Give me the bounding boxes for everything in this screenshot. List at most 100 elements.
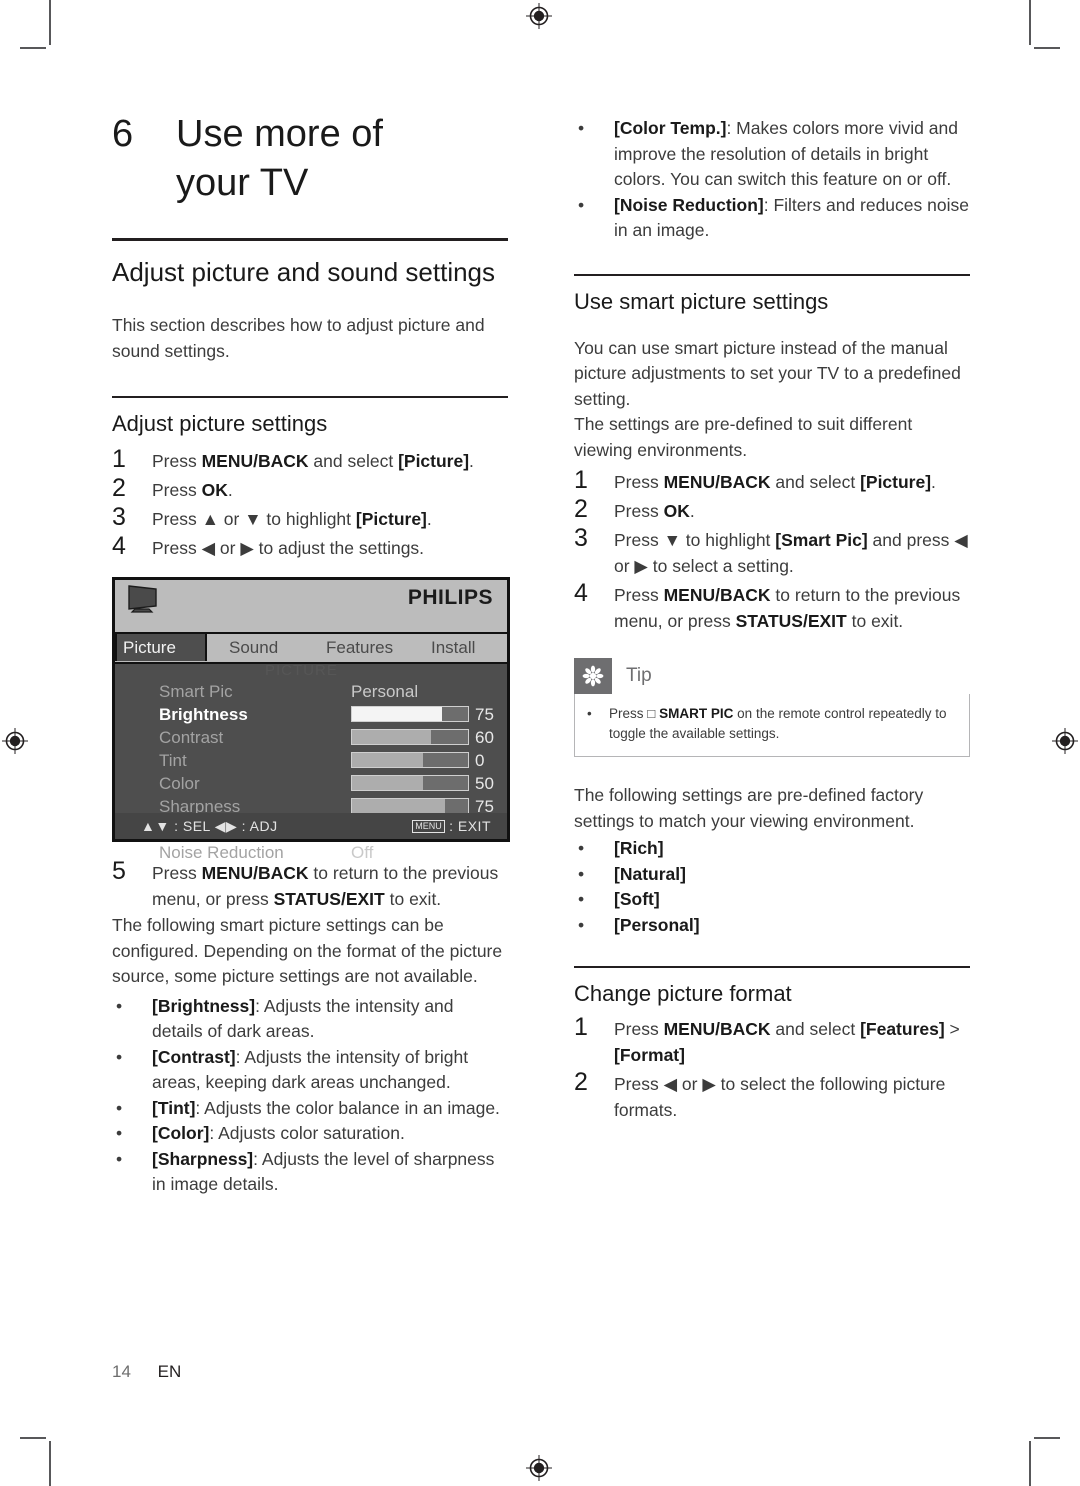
step-number: 2 (574, 1068, 588, 1096)
chapter-heading: 6 Use more of your TV (112, 110, 508, 208)
osd-row-label: Tint (159, 751, 187, 770)
picture-setting-descriptions: • [Brightness]: Adjusts the intensity an… (112, 994, 508, 1198)
registration-mark-right (1052, 728, 1078, 754)
list-item: • [Color]: Adjusts color saturation. (112, 1121, 508, 1147)
page-language: EN (157, 1362, 182, 1381)
step-item: 1 Press MENU/BACK and select [Picture]. (112, 446, 508, 474)
page-content: 6 Use more of your TV Adjust picture and… (112, 110, 970, 1410)
list-item: • [Brightness]: Adjusts the intensity an… (112, 994, 508, 1045)
osd-row-slider[interactable] (351, 706, 469, 722)
list-item: • Press □ SMART PIC on the remote contro… (587, 704, 957, 744)
step-text: Press MENU/BACK and select [Features] > … (614, 1019, 960, 1065)
step-item: 4 Press MENU/BACK to return to the previ… (574, 580, 970, 634)
crop-mark-bottom-left-horizontal (20, 1437, 46, 1439)
osd-row-value: Off (351, 843, 374, 862)
step-item: 3 Press ▼ to highlight [Smart Pic] and p… (574, 525, 970, 579)
registration-mark-top (526, 3, 552, 29)
list-item: • [Contrast]: Adjusts the intensity of b… (112, 1045, 508, 1096)
osd-slider-fill (352, 730, 431, 744)
adjust-picture-heading: Adjust picture settings (112, 411, 328, 436)
smart-picture-heading: Use smart picture settings (574, 288, 829, 314)
change-format-steps: 1 Press MENU/BACK and select [Features] … (574, 1014, 970, 1123)
osd-row-number: 50 (475, 774, 494, 793)
bullet-icon: • (578, 914, 585, 935)
tip-text: Press □ SMART PIC on the remote control … (609, 706, 947, 741)
crop-mark-top-left-vertical (49, 0, 51, 45)
osd-footer-exit-label: : EXIT (449, 818, 491, 834)
osd-row-noise-reduction[interactable]: Noise Reduction Off (115, 841, 507, 864)
osd-slider-fill (352, 753, 423, 767)
osd-footer-hint-left: ▲▼ : SEL ◀▶ : ADJ (141, 818, 278, 834)
adjust-picture-steps: 1 Press MENU/BACK and select [Picture]. … (112, 446, 508, 561)
philips-logo: PHILIPS (407, 586, 493, 609)
osd-row-slider[interactable] (351, 775, 469, 791)
osd-row-smart-pic[interactable]: Smart Pic Personal (115, 680, 507, 703)
bullet-icon: • (116, 1148, 123, 1169)
tip-box: Tip • Press □ SMART PIC on the remote co… (574, 658, 970, 757)
osd-row-slider[interactable] (351, 752, 469, 768)
osd-row-slider[interactable] (351, 729, 469, 745)
bullet-icon: • (116, 1123, 123, 1143)
list-item: • [Noise Reduction]: Filters and reduces… (574, 193, 970, 244)
bullet-icon: • (578, 194, 585, 215)
step-item: 1 Press MENU/BACK and select [Picture]. (574, 467, 970, 495)
list-item-text: [Noise Reduction]: Filters and reduces n… (614, 194, 969, 241)
step-text: Press OK. (152, 480, 233, 500)
step-number: 3 (112, 503, 126, 531)
tip-header: Tip (574, 658, 970, 694)
step-text: Press MENU/BACK to return to the previou… (614, 585, 961, 631)
osd-row-brightness[interactable]: Brightness 75 (115, 703, 507, 726)
step-text: Press MENU/BACK and select [Picture]. (614, 472, 936, 492)
list-item: • [Sharpness]: Adjusts the level of shar… (112, 1147, 508, 1198)
smart-picture-presets: • [Rich] • [Natural] • [Soft] • [Persona… (574, 836, 970, 938)
osd-row-value: Personal (351, 682, 419, 701)
page-footer: 14 EN (112, 1362, 181, 1382)
step-item: 3 Press ▲ or ▼ to highlight [Picture]. (112, 504, 508, 532)
bullet-icon: • (578, 863, 585, 884)
osd-row-tint[interactable]: Tint 0 (115, 749, 507, 772)
list-item-text: [Natural] (614, 863, 686, 884)
step-text: Press MENU/BACK and select [Picture]. (152, 451, 474, 471)
osd-slider-fill (352, 799, 445, 813)
osd-tab-bar: Picture Sound Features Install (115, 634, 507, 664)
section-divider-2 (112, 396, 508, 398)
bullet-icon: • (578, 118, 585, 138)
factory-settings-note: The following settings are pre-defined f… (574, 785, 924, 831)
smart-picture-intro-2: The settings are pre-defined to suit dif… (574, 414, 913, 460)
section-divider-3 (574, 273, 970, 276)
osd-row-color[interactable]: Color 50 (115, 772, 507, 795)
bullet-icon: • (116, 995, 123, 1016)
section-divider-1 (112, 238, 508, 241)
osd-row-slider[interactable] (351, 798, 469, 814)
osd-row-number: 0 (475, 751, 485, 770)
osd-tab-sound[interactable]: Sound (223, 634, 284, 661)
crop-mark-top-left-horizontal (20, 47, 46, 49)
list-item-text: [Rich] (614, 838, 664, 858)
step-number: 5 (112, 857, 126, 885)
step-text: Press MENU/BACK to return to the previou… (152, 863, 499, 909)
chapter-title-line2: your TV (176, 162, 309, 204)
section-title: Adjust picture and sound settings (112, 257, 496, 287)
list-item-text: [Tint]: Adjusts the color balance in an … (152, 1097, 500, 1118)
chapter-number: 6 (112, 113, 134, 155)
osd-tab-install[interactable]: Install (425, 634, 481, 661)
step-item: 2 Press ◀ or ▶ to select the following p… (574, 1069, 970, 1123)
tv-icon (125, 584, 159, 614)
bullet-icon: • (587, 706, 592, 721)
crop-mark-top-right-vertical (1029, 0, 1031, 45)
osd-tab-picture[interactable]: Picture (115, 634, 207, 661)
osd-row-label: Brightness (159, 705, 248, 724)
osd-tab-features[interactable]: Features (320, 634, 399, 661)
bullet-icon: • (578, 889, 585, 909)
osd-row-contrast[interactable]: Contrast 60 (115, 726, 507, 749)
step-number: 1 (112, 445, 126, 473)
tv-osd-screenshot: PHILIPS Picture Sound Features Install P… (112, 577, 510, 862)
adjust-picture-step5: 5 Press MENU/BACK to return to the previ… (112, 858, 508, 912)
step-text: Press ◀ or ▶ to adjust the settings. (152, 538, 425, 558)
list-item-text: [Sharpness]: Adjusts the level of sharpn… (152, 1148, 495, 1195)
crop-mark-bottom-left-vertical (49, 1441, 51, 1486)
tip-body: • Press □ SMART PIC on the remote contro… (574, 694, 970, 757)
registration-mark-bottom (526, 1455, 552, 1481)
osd-row-number: 75 (475, 705, 494, 724)
osd-header: PHILIPS (115, 580, 507, 634)
